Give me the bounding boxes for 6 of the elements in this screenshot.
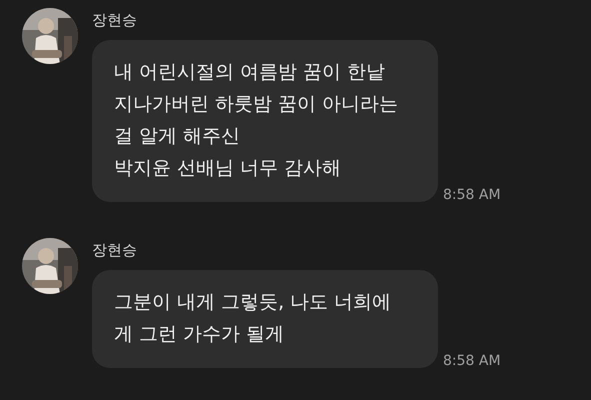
message-bubble: 내 어린시절의 여름밤 꿈이 한낱 지나가버린 하룻밤 꿈이 아니라는 걸 알게 해주신 박지윤 선배님 너무 감사해 (92, 40, 438, 202)
sender-name: 장현승 (92, 10, 137, 30)
message-bubble: 그분이 내게 그렇듯, 나도 너희에 게 그런 가수가 될게 (92, 270, 438, 368)
sender-name: 장현승 (92, 240, 137, 260)
message-time: 8:58 AM (443, 352, 501, 370)
message-time: 8:58 AM (443, 186, 501, 204)
